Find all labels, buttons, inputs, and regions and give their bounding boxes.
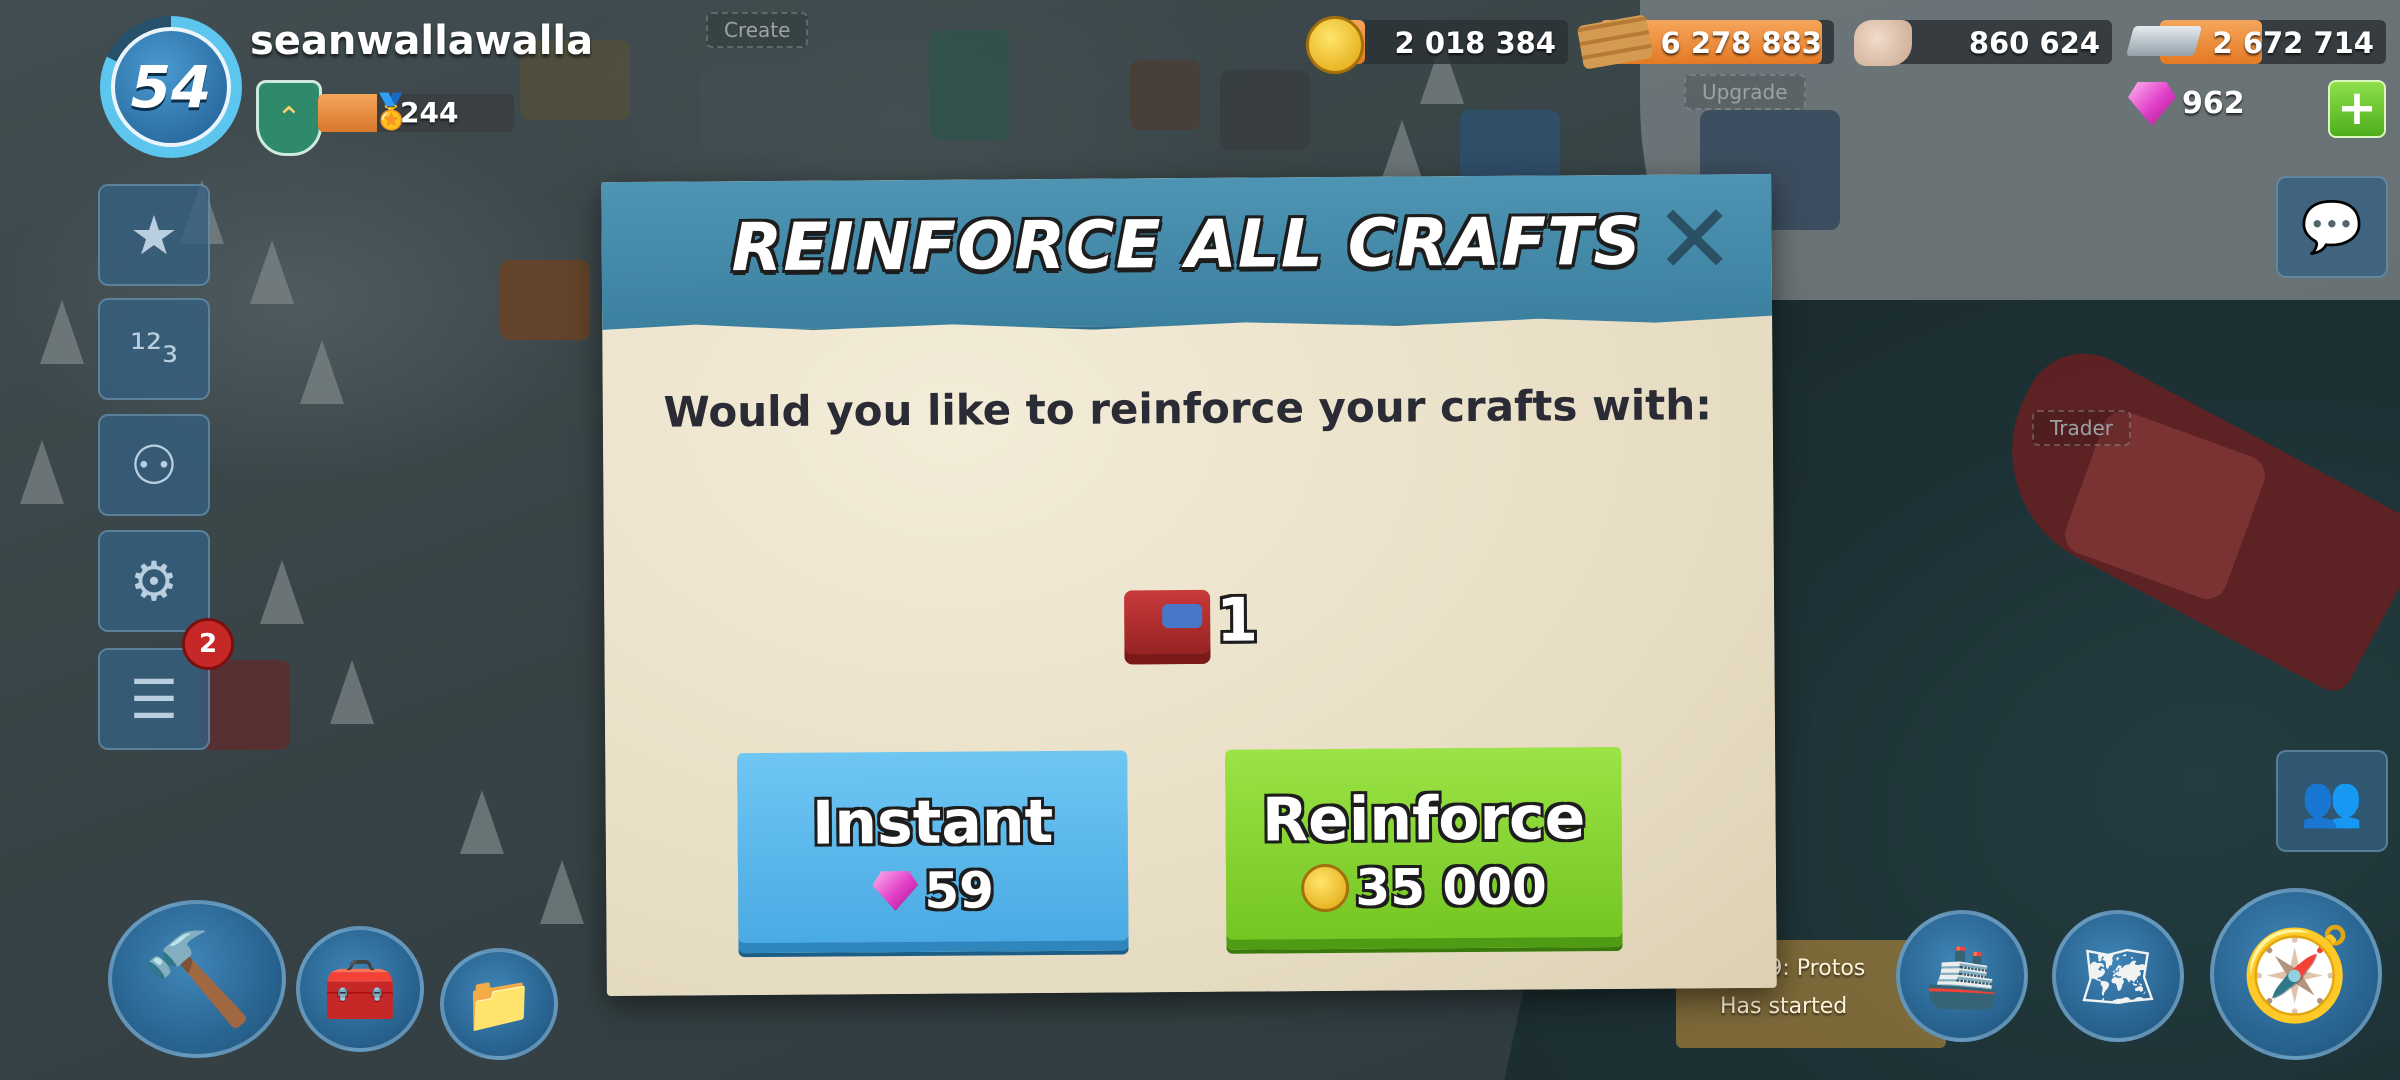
gold-amount: 2 018 384 <box>1394 26 1556 60</box>
gold-resource-bar: 2 018 384 <box>1332 20 1568 64</box>
gears-icon: ⚙ <box>129 549 179 613</box>
gold-coin-icon <box>1301 863 1350 913</box>
map-button[interactable]: 🗺 <box>2052 910 2184 1042</box>
dialog-header: REINFORCE ALL CRAFTS ✕ <box>601 174 1772 336</box>
iron-icon <box>2125 26 2203 56</box>
newspaper-icon: ☰ <box>129 667 179 731</box>
stone-amount: 860 624 <box>1968 26 2100 60</box>
reinforce-cost-value: 35 000 <box>1355 857 1547 917</box>
player-name: seanwallawalla <box>250 18 594 64</box>
settings-button[interactable]: ⚙ <box>98 530 210 632</box>
iron-amount: 2 672 714 <box>2212 26 2374 60</box>
instant-label: Instant <box>811 786 1054 859</box>
gold-coin-icon <box>1306 16 1364 74</box>
treasure-chest-button[interactable]: 🧰 <box>296 926 424 1052</box>
task-force-icon: ⚇ <box>129 433 179 497</box>
landing-craft-icon: 🚢 <box>1924 941 2000 1012</box>
add-diamonds-button[interactable]: + <box>2328 80 2386 138</box>
friends-icon: 👥 <box>2300 771 2364 830</box>
news-notification-badge: 2 <box>182 618 234 670</box>
stars-icon: ★ <box>129 203 179 267</box>
build-button[interactable]: 🔨 <box>108 900 286 1058</box>
player-level: 54 <box>111 27 231 147</box>
dialog-title: REINFORCE ALL CRAFTS <box>731 202 1643 287</box>
add-friends-button[interactable]: 👥 <box>2276 750 2388 852</box>
player-level-badge[interactable]: 54 <box>100 16 242 158</box>
dialog-prompt: Would you like to reinforce your crafts … <box>663 380 1713 437</box>
diamond-icon <box>872 871 918 911</box>
landing-craft-unit-icon <box>1124 589 1211 665</box>
rank-chevron-icon[interactable]: ⌃ <box>256 80 322 156</box>
reinforce-label: Reinforce <box>1261 783 1586 856</box>
stone-resource-bar: 860 624 <box>1880 20 2112 64</box>
boat-button[interactable]: 🚢 <box>1896 910 2028 1042</box>
hammer-icon: 🔨 <box>140 926 254 1032</box>
chat-bubble-icon: 💬 <box>2300 197 2364 256</box>
chat-button[interactable]: 💬 <box>2276 176 2388 278</box>
ranking-podium-icon: ¹²₃ <box>129 326 179 372</box>
instant-button[interactable]: Instant 59 <box>737 750 1129 954</box>
operation-status: Has started <box>1720 994 1848 1019</box>
task-force-button[interactable]: ⚇ <box>98 414 210 516</box>
intel-folder-button[interactable]: 📁 <box>440 948 558 1060</box>
craft-count: 1 <box>1216 585 1259 656</box>
compass-button[interactable]: 🧭 <box>2210 888 2382 1060</box>
stone-icon <box>1854 20 1912 66</box>
victory-points-fill <box>318 94 377 132</box>
close-icon[interactable]: ✕ <box>1651 196 1738 283</box>
instant-cost-value: 59 <box>924 861 995 920</box>
ranking-button[interactable]: ¹²₃ <box>98 298 210 400</box>
victory-points-value: 244 <box>400 96 459 129</box>
diamond-amount: 962 <box>2182 86 2245 121</box>
compass-icon: 🧭 <box>2239 921 2353 1027</box>
map-icon: 🗺 <box>2079 941 2157 1012</box>
instant-cost: 59 <box>738 860 1128 921</box>
wood-amount: 6 278 883 <box>1660 26 1822 60</box>
reinforce-button[interactable]: Reinforce 35 000 <box>1225 746 1623 950</box>
leaderboard-stars-button[interactable]: ★ <box>98 184 210 286</box>
folder-safe-icon: 📁 <box>464 972 534 1037</box>
reinforce-cost: 35 000 <box>1226 857 1622 918</box>
reinforce-all-crafts-dialog: REINFORCE ALL CRAFTS ✕ Would you like to… <box>601 173 1777 997</box>
treasure-chest-icon: 🧰 <box>322 954 398 1025</box>
